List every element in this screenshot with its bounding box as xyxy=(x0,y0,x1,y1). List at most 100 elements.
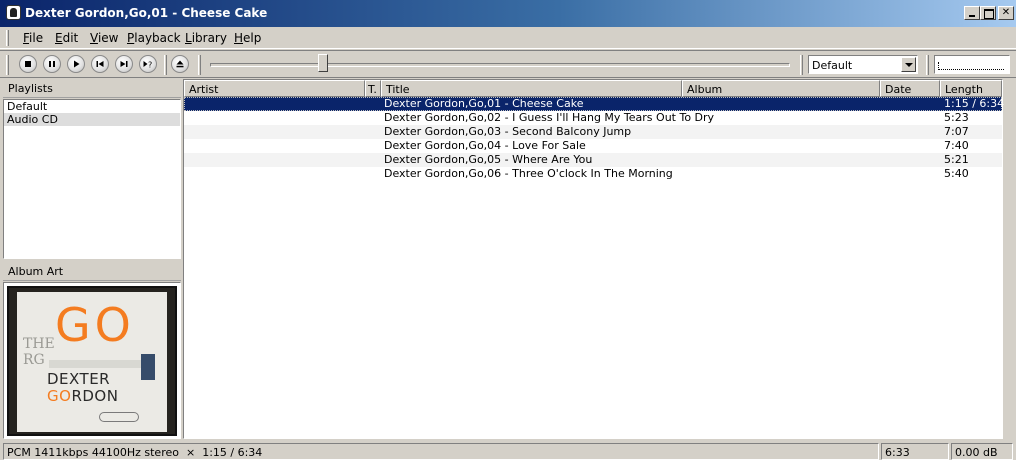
track-title: Dexter Gordon,Go,04 - Love For Sale xyxy=(384,139,586,152)
play-icon xyxy=(74,60,80,68)
album-cover: THE RG GO DEXTER GORDON xyxy=(7,286,177,436)
status-volume: 0.00 dB xyxy=(951,443,1013,460)
album-cover-artist-last: GORDON xyxy=(47,388,118,404)
combo-grip[interactable] xyxy=(800,55,803,75)
random-icon: ? xyxy=(143,61,152,70)
minimize-button[interactable] xyxy=(964,6,980,20)
title-bar: Dexter Gordon,Go,01 - Cheese Cake ✕ xyxy=(0,0,1016,27)
volume-bar[interactable] xyxy=(938,62,1004,70)
track-length: 5:21 xyxy=(944,153,969,166)
stop-button[interactable] xyxy=(19,55,37,73)
status-playback-info: PCM 1411kbps 44100Hz stereo × 1:15 / 6:3… xyxy=(3,443,879,460)
album-cover-artist-accent: GO xyxy=(47,387,72,405)
menu-view[interactable]: View xyxy=(90,31,118,45)
album-cover-headline: GO xyxy=(55,298,135,352)
menu-library[interactable]: Library xyxy=(185,31,227,45)
previous-button[interactable] xyxy=(91,55,109,73)
album-cover-photo xyxy=(141,354,155,380)
track-length: 1:15 / 6:34 xyxy=(944,97,1005,110)
seek-bar[interactable] xyxy=(210,63,790,67)
close-button[interactable]: ✕ xyxy=(998,6,1014,20)
window-title: Dexter Gordon,Go,01 - Cheese Cake xyxy=(25,6,268,20)
album-cover-sleeve: THE RG GO DEXTER GORDON xyxy=(17,292,167,432)
stop-icon xyxy=(25,61,31,67)
track-row[interactable]: Dexter Gordon,Go,05 - Where Are You 5:21 xyxy=(184,153,1002,167)
track-rows: Dexter Gordon,Go,01 - Cheese Cake 1:15 /… xyxy=(184,97,1005,181)
menu-edit-accel: E xyxy=(55,31,63,45)
album-cover-artist-rest: RDON xyxy=(71,387,119,405)
menu-bar: File Edit View Playback Library Help xyxy=(0,27,1016,49)
album-art-header: Album Art xyxy=(3,262,181,281)
random-button[interactable]: ? xyxy=(139,55,157,73)
menu-help[interactable]: Help xyxy=(234,31,261,45)
svg-text:?: ? xyxy=(148,61,152,70)
track-row[interactable]: Dexter Gordon,Go,03 - Second Balcony Jum… xyxy=(184,125,1002,139)
toolbar-grip[interactable] xyxy=(6,55,9,75)
track-length: 7:07 xyxy=(944,125,969,138)
track-title: Dexter Gordon,Go,03 - Second Balcony Jum… xyxy=(384,125,632,138)
column-header-artist[interactable]: Artist xyxy=(184,80,365,97)
menu-library-label: ibrary xyxy=(191,31,227,45)
menu-edit-label: dit xyxy=(62,31,79,45)
pause-button[interactable] xyxy=(43,55,61,73)
album-art-panel: THE RG GO DEXTER GORDON xyxy=(3,282,181,439)
next-icon xyxy=(120,61,128,67)
column-header-title[interactable]: Title xyxy=(381,80,682,97)
track-title: Dexter Gordon,Go,01 - Cheese Cake xyxy=(384,97,584,110)
menu-help-accel: H xyxy=(234,31,244,45)
seek-thumb[interactable] xyxy=(318,54,328,72)
track-title: Dexter Gordon,Go,06 - Three O'clock In T… xyxy=(384,167,673,180)
eject-button[interactable] xyxy=(171,55,189,73)
playlist-item-audio-cd[interactable]: Audio CD xyxy=(4,113,180,126)
playlist-item-default[interactable]: Default xyxy=(4,100,180,113)
status-separator: × xyxy=(185,446,196,459)
track-length: 5:40 xyxy=(944,167,969,180)
column-header-album[interactable]: Album xyxy=(682,80,880,97)
column-header-track[interactable]: T. xyxy=(365,80,381,97)
track-length: 5:23 xyxy=(944,111,969,124)
track-row-selected[interactable]: Dexter Gordon,Go,01 - Cheese Cake 1:15 /… xyxy=(184,97,1005,111)
column-header-length[interactable]: Length xyxy=(940,80,1002,97)
left-panel: Playlists Default Audio CD Album Art THE… xyxy=(3,79,181,439)
playlists-header: Playlists xyxy=(3,79,181,98)
track-row[interactable]: Dexter Gordon,Go,06 - Three O'clock In T… xyxy=(184,167,1002,181)
eject-icon xyxy=(176,60,184,68)
menu-playback-label: layback xyxy=(134,31,181,45)
track-list[interactable]: Artist T. Title Album Date Length Dexter… xyxy=(183,79,1005,439)
status-codec-info: PCM 1411kbps 44100Hz stereo xyxy=(7,446,179,459)
menu-file-label: ile xyxy=(29,31,44,45)
track-title: Dexter Gordon,Go,05 - Where Are You xyxy=(384,153,593,166)
menubar-grip[interactable] xyxy=(6,30,9,46)
toolbar-separator xyxy=(164,55,167,75)
status-time: 1:15 / 6:34 xyxy=(202,446,263,459)
menu-playback[interactable]: Playback xyxy=(127,31,181,45)
track-row[interactable]: Dexter Gordon,Go,02 - I Guess I'll Hang … xyxy=(184,111,1002,125)
menu-library-accel: L xyxy=(185,31,192,45)
playlist-selector-value: Default xyxy=(812,59,853,72)
menu-help-label: elp xyxy=(243,31,262,45)
column-headers: Artist T. Title Album Date Length xyxy=(184,80,1002,97)
track-row[interactable]: Dexter Gordon,Go,04 - Love For Sale 7:40 xyxy=(184,139,1002,153)
track-title: Dexter Gordon,Go,02 - I Guess I'll Hang … xyxy=(384,111,715,124)
volume-grip[interactable] xyxy=(926,55,929,75)
menu-file[interactable]: File xyxy=(23,31,43,45)
menu-edit[interactable]: Edit xyxy=(55,31,78,45)
play-button[interactable] xyxy=(67,55,85,73)
playlists-list[interactable]: Default Audio CD xyxy=(3,99,181,259)
album-cover-strip xyxy=(49,360,155,368)
next-button[interactable] xyxy=(115,55,133,73)
column-header-date[interactable]: Date xyxy=(880,80,940,97)
volume-control[interactable] xyxy=(934,55,1010,74)
status-bar: PCM 1411kbps 44100Hz stereo × 1:15 / 6:3… xyxy=(0,441,1016,460)
previous-icon xyxy=(96,61,104,67)
playlist-selector[interactable]: Default xyxy=(808,55,918,74)
status-total-length: 6:33 xyxy=(881,443,949,460)
track-length: 7:40 xyxy=(944,139,969,152)
chevron-down-icon[interactable] xyxy=(901,57,916,72)
app-icon[interactable] xyxy=(6,5,21,20)
menu-view-label: iew xyxy=(97,31,119,45)
record-label-logo xyxy=(99,412,139,422)
maximize-button[interactable] xyxy=(980,6,996,20)
seekbar-grip[interactable] xyxy=(198,55,201,75)
album-cover-side-text: THE RG xyxy=(23,336,55,368)
